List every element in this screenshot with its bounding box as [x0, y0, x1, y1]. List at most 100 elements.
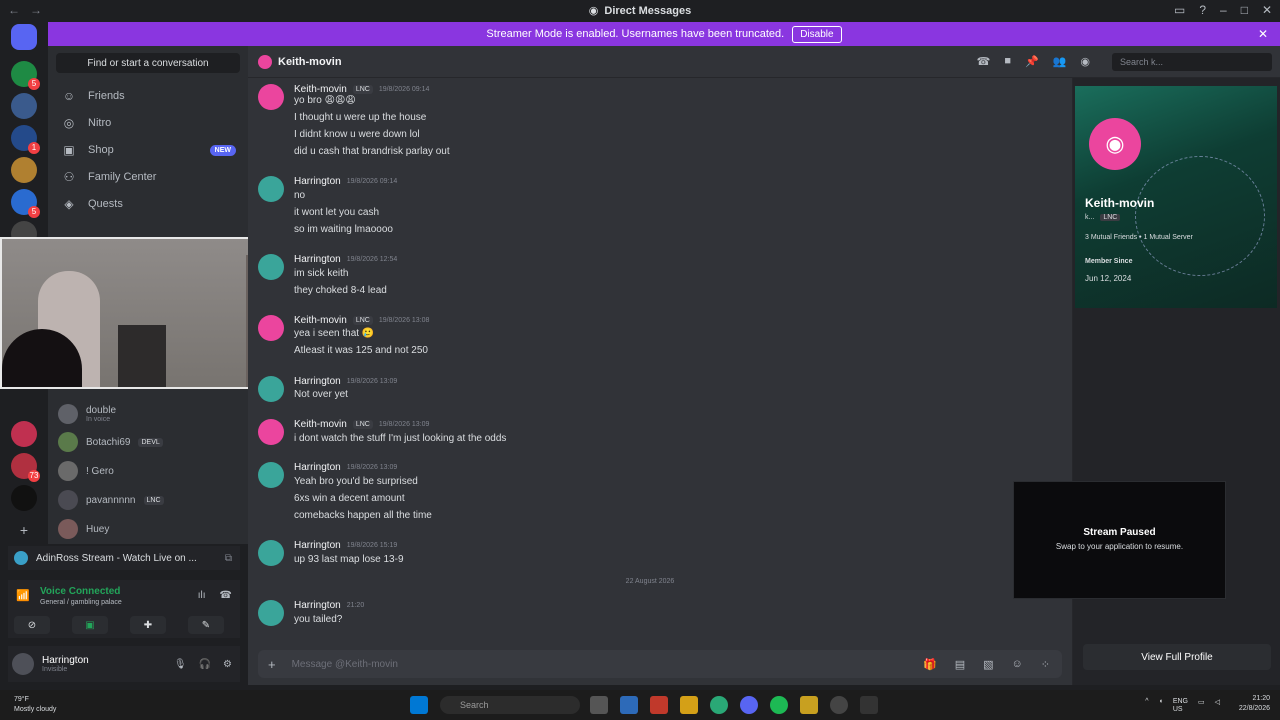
disable-streamer-mode-button[interactable]: Disable [792, 25, 842, 43]
message-author[interactable]: Harrington [294, 600, 341, 611]
app-icon[interactable] [650, 696, 668, 714]
gif-icon[interactable]: ▤ [955, 658, 965, 671]
message-author[interactable]: Harrington [294, 376, 341, 387]
chat-header-name[interactable]: Keith-movin [278, 56, 342, 68]
video-call-icon[interactable]: ■ [1004, 55, 1011, 68]
message-input[interactable]: Message @Keith-movin [292, 659, 398, 670]
find-conversation-button[interactable]: Find or start a conversation [56, 53, 240, 73]
message-author[interactable]: Harrington [294, 540, 341, 551]
volume-icon[interactable]: ◁ [1215, 698, 1220, 714]
folder-icon[interactable] [680, 696, 698, 714]
weather-widget[interactable]: 79°F Mostly cloudy [14, 695, 56, 715]
stream-activity-bar[interactable]: AdinRoss Stream - Watch Live on ... ⧉ [8, 546, 240, 570]
pin-icon[interactable]: 📌 [1025, 55, 1039, 68]
browser-icon[interactable] [710, 696, 728, 714]
nav-family-center[interactable]: ⚇ Family Center [56, 165, 240, 189]
message-author[interactable]: Harrington [294, 254, 341, 265]
inbox-icon[interactable]: ▭ [1174, 3, 1185, 17]
discord-taskbar-icon[interactable] [740, 696, 758, 714]
avatar[interactable] [258, 254, 284, 280]
message-author[interactable]: Harrington [294, 462, 341, 473]
network-icon[interactable]: ▭ [1198, 698, 1205, 714]
avatar[interactable] [258, 419, 284, 445]
avatar [58, 461, 78, 481]
avatar[interactable] [258, 84, 284, 110]
list-item[interactable]: ! Gero [58, 458, 242, 484]
maximize-button[interactable]: □ [1241, 3, 1248, 17]
mic-tray-icon[interactable]: ◖ [1159, 698, 1163, 714]
message-author[interactable]: Keith-movin [294, 315, 347, 326]
app-icon[interactable] [830, 696, 848, 714]
close-window-button[interactable]: ✕ [1262, 3, 1272, 17]
avatar[interactable] [258, 315, 284, 341]
view-full-profile-button[interactable]: View Full Profile [1083, 644, 1271, 670]
avatar[interactable] [258, 462, 284, 488]
app-icon[interactable] [800, 696, 818, 714]
avatar[interactable] [258, 600, 284, 626]
camera-button[interactable]: ⊘ [14, 616, 50, 634]
voice-status[interactable]: Voice Connected [40, 586, 120, 597]
server-icon[interactable] [11, 485, 37, 511]
screen-share-button[interactable]: ▣ [72, 616, 108, 634]
gift-icon[interactable]: 🎁 [923, 658, 937, 671]
mutual-info[interactable]: 3 Mutual Friends • 1 Mutual Server [1085, 234, 1193, 241]
app-icon[interactable] [590, 696, 608, 714]
message-author[interactable]: Keith-movin [294, 84, 347, 95]
emoji-icon[interactable]: ☺ [1012, 658, 1023, 671]
add-server-icon[interactable]: + [11, 517, 37, 543]
minimize-button[interactable]: – [1220, 3, 1227, 17]
sticker-icon[interactable]: ▧ [983, 658, 993, 671]
list-item[interactable]: Huey [58, 516, 242, 542]
activity-button[interactable]: ✚ [130, 616, 166, 634]
close-icon[interactable]: ✕ [1258, 27, 1268, 41]
start-icon[interactable] [410, 696, 428, 714]
noise-suppression-icon[interactable]: ılı [198, 590, 206, 601]
server-icon[interactable] [11, 421, 37, 447]
user-profile-icon[interactable]: ◉ [1080, 55, 1090, 68]
voice-call-icon[interactable]: ☎ [977, 55, 991, 68]
apps-icon[interactable]: ⁘ [1041, 658, 1050, 671]
home-button[interactable] [11, 24, 37, 50]
nav-friends[interactable]: ☺ Friends [56, 84, 240, 108]
app-icon[interactable] [620, 696, 638, 714]
add-friends-icon[interactable]: 👥 [1053, 55, 1067, 68]
avatar[interactable] [12, 653, 34, 675]
list-item[interactable]: pavannnnn LNC [58, 487, 242, 513]
forward-icon[interactable]: → [30, 3, 42, 17]
list-item[interactable]: Botachi69 DEVL [58, 429, 242, 455]
app-icon[interactable] [860, 696, 878, 714]
nav-shop[interactable]: ▣ Shop NEW [56, 138, 240, 162]
message-author[interactable]: Keith-movin [294, 419, 347, 430]
nav-nitro[interactable]: ◎ Nitro [56, 111, 240, 135]
chevron-up-icon[interactable]: ^ [1145, 698, 1148, 714]
back-icon[interactable]: ← [8, 3, 20, 17]
microphone-icon[interactable]: 🎙 [174, 659, 187, 670]
server-icon[interactable]: 1 [11, 125, 40, 154]
spotify-icon[interactable] [770, 696, 788, 714]
voice-channel[interactable]: General / gambling palace [40, 599, 122, 606]
server-icon[interactable] [11, 93, 37, 119]
taskbar-search[interactable]: Search [440, 696, 580, 714]
popout-icon[interactable]: ⧉ [225, 553, 232, 564]
attach-plus-icon[interactable]: + [268, 657, 276, 672]
nav-quests[interactable]: ◈ Quests [56, 192, 240, 216]
message-author[interactable]: Harrington [294, 176, 341, 187]
webcam-overlay [0, 237, 271, 389]
settings-gear-icon[interactable]: ⚙ [223, 659, 232, 670]
avatar[interactable] [258, 176, 284, 202]
headphones-icon[interactable]: 🎧 [199, 659, 211, 670]
avatar[interactable] [258, 540, 284, 566]
server-icon[interactable]: 73 [11, 453, 40, 482]
server-icon[interactable]: 5 [11, 61, 40, 90]
list-item[interactable]: double In voice [58, 401, 242, 427]
avatar[interactable] [258, 376, 284, 402]
language-indicator[interactable]: ENG US [1173, 698, 1188, 714]
soundboard-button[interactable]: ✎ [188, 616, 224, 634]
search-input[interactable]: Search k... [1112, 53, 1272, 71]
disconnect-icon[interactable]: ☎ [220, 590, 232, 601]
server-icon[interactable] [11, 157, 37, 183]
server-icon[interactable]: 5 [11, 189, 40, 218]
profile-avatar[interactable]: ◉ [1089, 118, 1141, 170]
clock[interactable]: 21:20 22/8/2026 [1239, 694, 1270, 714]
help-icon[interactable]: ? [1199, 3, 1206, 17]
